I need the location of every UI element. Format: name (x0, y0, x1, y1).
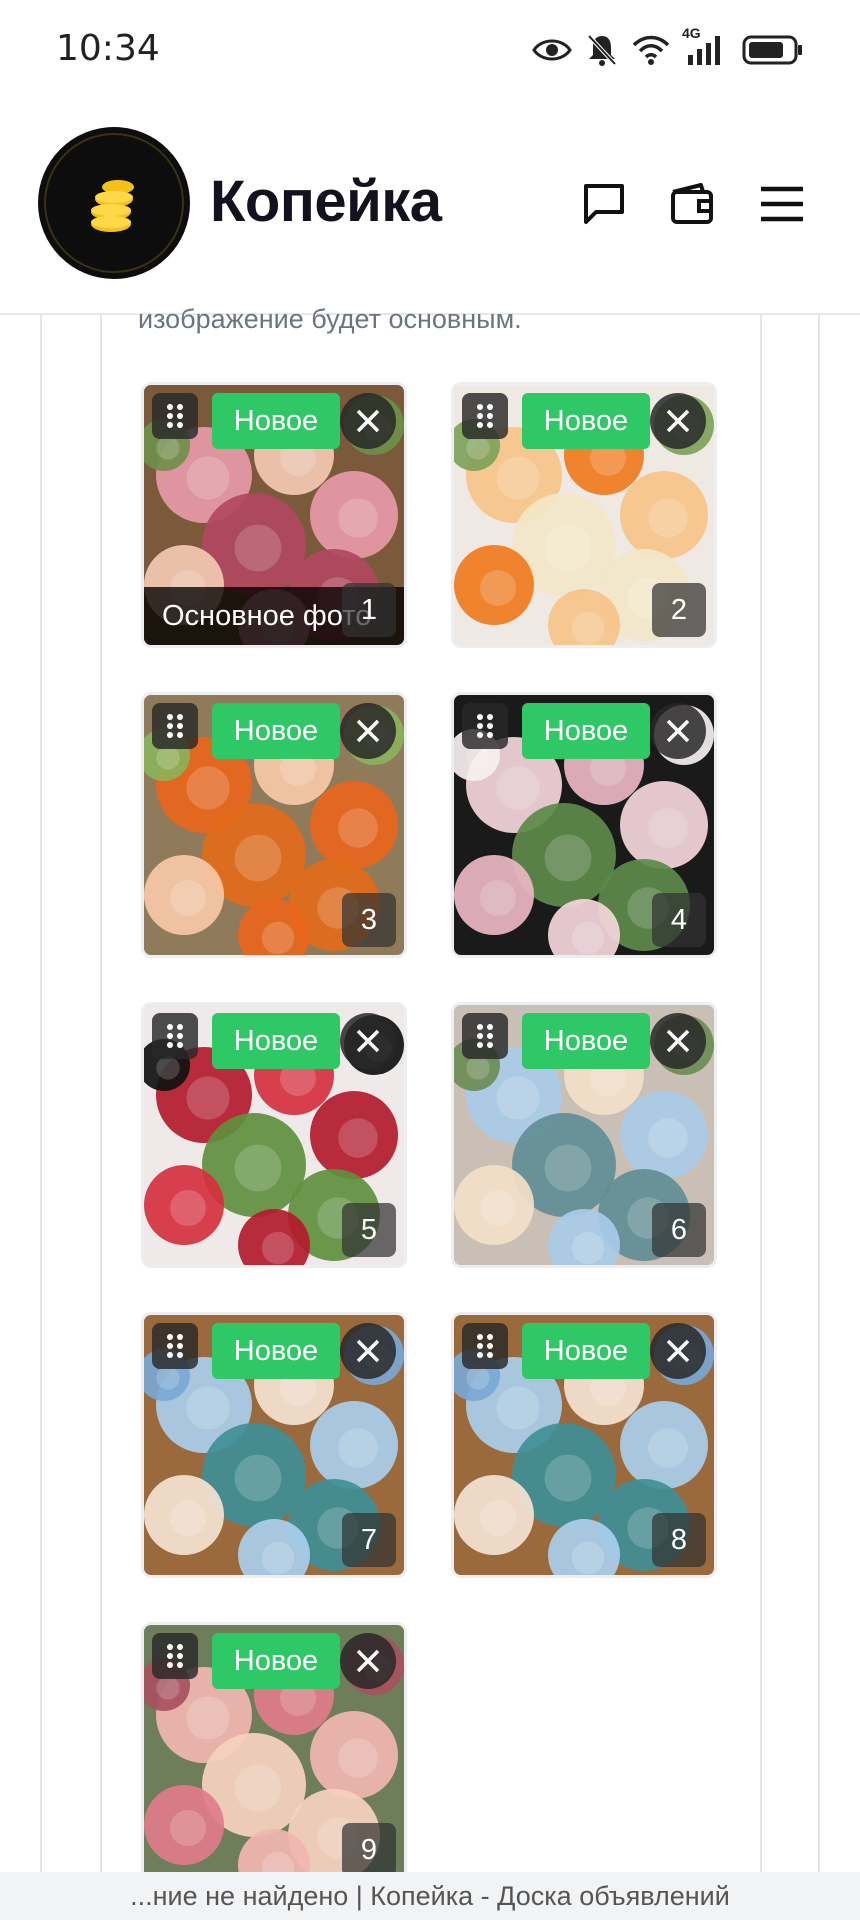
photo-number: 3 (342, 893, 396, 947)
photo-number: 1 (342, 583, 396, 637)
photo-tile[interactable]: Новое 7 (141, 1312, 407, 1578)
photo-number: 5 (342, 1203, 396, 1257)
drag-dots-icon (477, 404, 493, 428)
close-icon (666, 1339, 690, 1363)
drag-dots-icon (167, 1024, 183, 1048)
brand-name[interactable]: Копейка (210, 168, 442, 235)
close-icon (356, 719, 380, 743)
remove-photo-button[interactable] (650, 1013, 706, 1069)
new-badge: Новое (212, 1323, 340, 1379)
remove-photo-button[interactable] (650, 393, 706, 449)
remove-photo-button[interactable] (340, 393, 396, 449)
drag-dots-icon (477, 1334, 493, 1358)
chat-icon (584, 184, 624, 224)
drag-dots-icon (477, 714, 493, 738)
photo-number: 6 (652, 1203, 706, 1257)
photo-tile[interactable]: Новое 4 (451, 692, 717, 958)
remove-photo-button[interactable] (650, 703, 706, 759)
photo-tile[interactable]: Новое Основное фото 1 (141, 382, 407, 648)
close-icon (356, 409, 380, 433)
photo-tile[interactable]: Новое 3 (141, 692, 407, 958)
photo-tile[interactable]: Новое 8 (451, 1312, 717, 1578)
drag-dots-icon (167, 404, 183, 428)
signal-icon: 4G (682, 25, 728, 67)
logo[interactable] (38, 127, 190, 279)
wallet-icon (671, 183, 713, 224)
app-header: Копейка (0, 100, 860, 315)
drag-handle[interactable] (462, 1323, 508, 1369)
close-icon (356, 1339, 380, 1363)
remove-photo-button[interactable] (340, 1013, 396, 1069)
status-bar: 10:34 4G (0, 0, 860, 100)
page-title: ...ние не найдено | Копейка - Доска объя… (130, 1880, 730, 1911)
eye-icon (532, 35, 572, 65)
drag-dots-icon (477, 1024, 493, 1048)
battery-icon (742, 34, 804, 66)
wifi-icon (632, 34, 670, 66)
remove-photo-button[interactable] (650, 1323, 706, 1379)
photo-tile[interactable]: Новое 5 (141, 1002, 407, 1268)
menu-button[interactable] (756, 178, 808, 230)
new-badge: Новое (522, 1323, 650, 1379)
drag-handle[interactable] (462, 393, 508, 439)
status-icons: 4G (532, 25, 804, 70)
photo-tile[interactable]: Новое 6 (451, 1002, 717, 1268)
close-icon (666, 409, 690, 433)
drag-handle[interactable] (152, 393, 198, 439)
photo-number: 8 (652, 1513, 706, 1567)
network-type: 4G (682, 25, 701, 41)
photo-number: 4 (652, 893, 706, 947)
drag-handle[interactable] (462, 1013, 508, 1059)
new-badge: Новое (212, 1013, 340, 1069)
close-icon (666, 719, 690, 743)
coins-icon (91, 180, 134, 232)
photo-number: 7 (342, 1513, 396, 1567)
new-badge: Новое (212, 703, 340, 759)
drag-dots-icon (167, 1644, 183, 1668)
new-badge: Новое (212, 393, 340, 449)
photo-number: 9 (342, 1823, 396, 1877)
new-badge: Новое (212, 1633, 340, 1689)
drag-handle[interactable] (152, 703, 198, 749)
remove-photo-button[interactable] (340, 1633, 396, 1689)
close-icon (666, 1029, 690, 1053)
drag-handle[interactable] (152, 1633, 198, 1679)
upload-hint: изображение будет основным. (138, 304, 522, 334)
menu-icon (761, 186, 803, 222)
browser-title-bar: ...ние не найдено | Копейка - Доска объя… (0, 1872, 860, 1920)
drag-handle[interactable] (152, 1013, 198, 1059)
remove-photo-button[interactable] (340, 1323, 396, 1379)
drag-handle[interactable] (152, 1323, 198, 1369)
close-icon (356, 1029, 380, 1053)
new-badge: Новое (522, 703, 650, 759)
drag-dots-icon (167, 1334, 183, 1358)
new-badge: Новое (522, 393, 650, 449)
chat-button[interactable] (578, 178, 630, 230)
status-time: 10:34 (56, 28, 160, 69)
drag-dots-icon (167, 714, 183, 738)
photo-tile[interactable]: Новое 9 (141, 1622, 407, 1888)
remove-photo-button[interactable] (340, 703, 396, 759)
photo-tile[interactable]: Новое 2 (451, 382, 717, 648)
new-badge: Новое (522, 1013, 650, 1069)
photo-number: 2 (652, 583, 706, 637)
wallet-button[interactable] (666, 178, 718, 230)
close-icon (356, 1649, 380, 1673)
bell-off-icon (586, 33, 618, 67)
drag-handle[interactable] (462, 703, 508, 749)
